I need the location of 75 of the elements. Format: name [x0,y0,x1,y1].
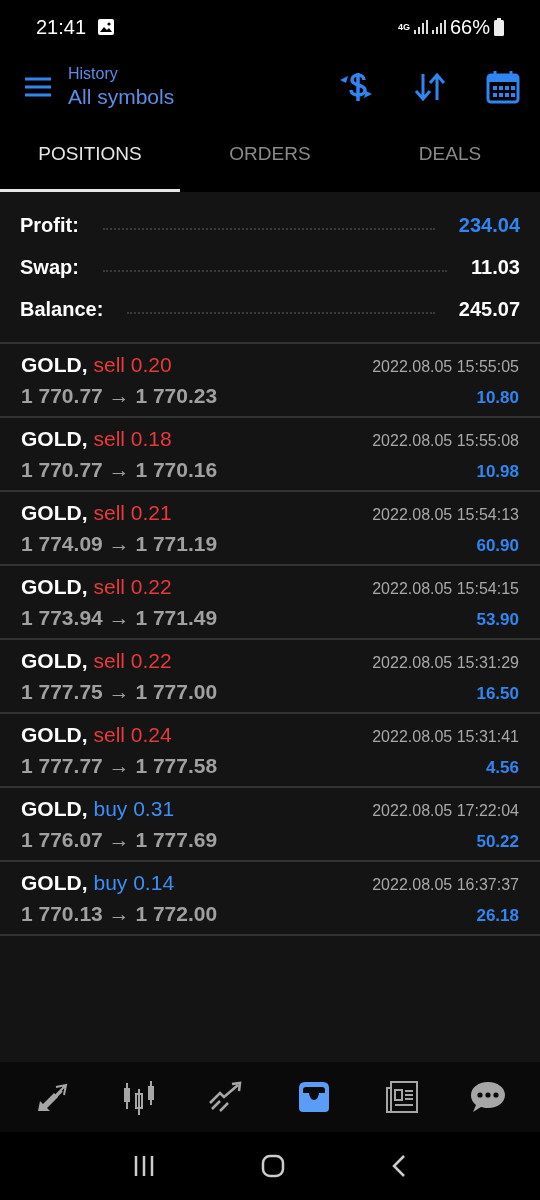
position-row[interactable]: GOLD, sell 0.21 2022.08.05 15:54:13 1 774.09 → 1 771.19 60.90 [0,492,540,566]
home-icon[interactable] [261,1154,285,1178]
chat-bubble-icon [469,1080,508,1114]
trade-time: 2022.08.05 15:31:41 [372,726,519,747]
trade-volume: buy 0.31 [93,795,175,822]
trade-volume: sell 0.22 [93,573,172,600]
image-icon [98,19,115,35]
symbol-label: GOLD, [21,647,88,674]
trade-time: 2022.08.05 17:22:04 [372,800,519,821]
trade-time: 2022.08.05 16:37:37 [372,874,519,895]
summary-label: Profit: [20,213,79,238]
trade-volume: buy 0.14 [93,869,175,896]
clock: 21:41 [36,15,87,40]
trade-profit: 26.18 [476,905,519,927]
trade-volume: sell 0.22 [93,647,172,674]
header-subtitle: History [68,63,119,84]
position-row[interactable]: GOLD, buy 0.31 2022.08.05 17:22:04 1 776.07 → 1 777.69 50.22 [0,788,540,862]
trade-time: 2022.08.05 15:55:08 [372,430,519,451]
price-range: 1 776.07 → 1 777.69 [21,827,218,853]
battery-icon [494,18,504,36]
position-row[interactable]: GOLD, sell 0.22 2022.08.05 15:54:15 1 773.94 → 1 771.49 53.90 [0,566,540,640]
trade-profit: 16.50 [476,683,519,705]
symbol-label: GOLD, [21,351,88,378]
calendar-icon[interactable] [486,70,520,104]
symbol-label: GOLD, [21,869,88,896]
trade-profit: 10.80 [476,387,519,409]
tab[interactable]: POSITIONS [0,120,180,192]
battery-percent: 66% [449,15,490,40]
trade-volume: sell 0.21 [93,499,172,526]
sort-arrows-icon[interactable] [414,72,446,102]
position-row[interactable]: GOLD, sell 0.18 2022.08.05 15:55:08 1 770.77 → 1 770.16 10.98 [0,418,540,492]
back-icon[interactable] [391,1154,407,1178]
symbol-label: GOLD, [21,573,88,600]
summary-label: Balance: [20,297,104,322]
price-range: 1 777.75 → 1 777.00 [21,679,218,705]
signal-icon [413,19,428,35]
summary-value: 245.07 [458,297,520,322]
summary-label: Swap: [20,255,79,280]
recent-apps-icon[interactable] [133,1155,155,1177]
price-range: 1 774.09 → 1 771.19 [21,531,218,557]
header-title: All symbols [68,83,175,110]
tab[interactable]: DEALS [360,120,540,192]
summary-value: 11.03 [471,255,520,280]
price-range: 1 770.13 → 1 772.00 [21,901,218,927]
currency-exchange-icon[interactable] [338,70,374,104]
position-row[interactable]: GOLD, sell 0.20 2022.08.05 15:55:05 1 770.77 → 1 770.23 10.80 [0,344,540,418]
price-range: 1 777.77 → 1 777.58 [21,753,218,779]
symbol-label: GOLD, [21,795,88,822]
trade-time: 2022.08.05 15:31:29 [372,652,519,673]
trade-time: 2022.08.05 15:54:15 [372,578,519,599]
symbol-label: GOLD, [21,425,88,452]
price-range: 1 773.94 → 1 771.49 [21,605,218,631]
trade-profit: 50.22 [476,831,519,853]
tab[interactable]: ORDERS [180,120,360,192]
menu-icon[interactable] [24,77,52,97]
trade-profit: 4.56 [485,757,519,779]
trade-profit: 10.98 [476,461,519,483]
trade-time: 2022.08.05 15:54:13 [372,504,519,525]
network-label: 4G [397,22,410,32]
trade-volume: sell 0.24 [93,721,172,748]
position-row[interactable]: GOLD, buy 0.14 2022.08.05 16:37:37 1 770.13 → 1 772.00 26.18 [0,862,540,936]
symbol-label: GOLD, [21,721,88,748]
trade-profit: 53.90 [476,609,519,631]
trade-volume: sell 0.20 [93,351,172,378]
price-range: 1 770.77 → 1 770.16 [21,457,218,483]
symbol-label: GOLD, [21,499,88,526]
price-range: 1 770.77 → 1 770.23 [21,383,218,409]
summary-value: 234.04 [458,213,520,238]
position-row[interactable]: GOLD, sell 0.22 2022.08.05 15:31:29 1 777.75 → 1 777.00 16.50 [0,640,540,714]
signal-icon [431,19,446,35]
trade-profit: 60.90 [476,535,519,557]
trade-volume: sell 0.18 [93,425,172,452]
candlestick-icon [121,1079,157,1115]
trade-time: 2022.08.05 15:55:05 [372,356,519,377]
position-row[interactable]: GOLD, sell 0.24 2022.08.05 15:31:41 1 777.77 → 1 777.58 4.56 [0,714,540,788]
